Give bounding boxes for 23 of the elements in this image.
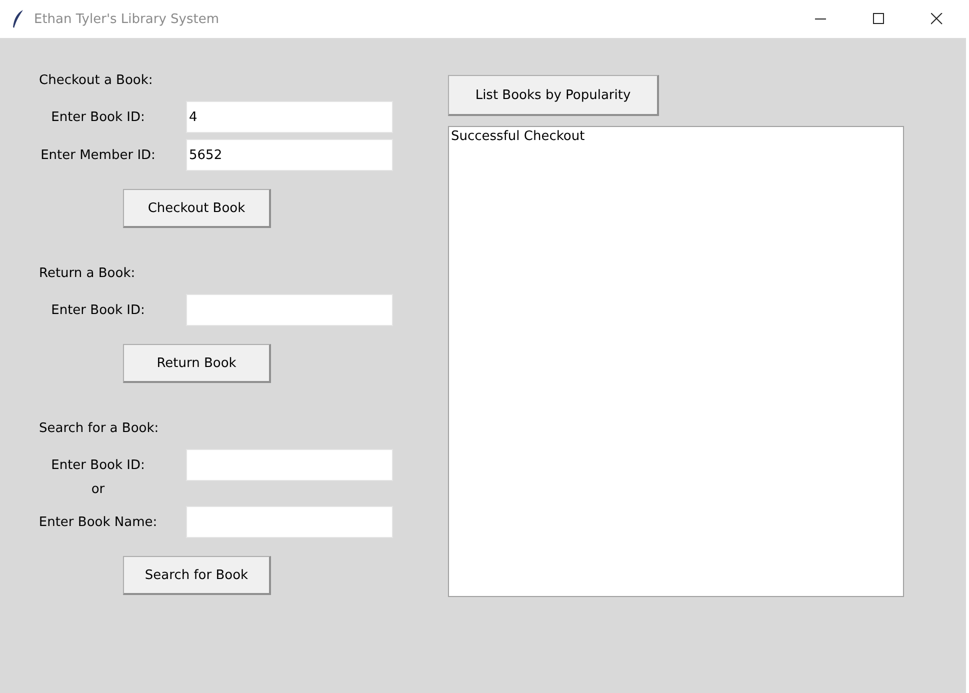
- field-label: Enter Book ID:: [50, 302, 146, 318]
- output-text: Successful Checkout: [451, 129, 585, 144]
- input-field[interactable]: [186, 294, 393, 326]
- input-field[interactable]: 4: [186, 101, 393, 133]
- field-label: Enter Member ID:: [40, 148, 156, 162]
- input-field[interactable]: [186, 449, 393, 481]
- close-icon: [931, 13, 943, 25]
- section-heading: Return a Book:: [39, 265, 136, 283]
- action-button[interactable]: Return Book: [123, 344, 271, 383]
- section-heading: Checkout a Book:: [39, 72, 153, 90]
- or-label: or: [90, 481, 106, 499]
- input-field[interactable]: 5652: [186, 139, 393, 171]
- maximize-icon: [873, 13, 885, 25]
- input-field[interactable]: [186, 506, 393, 538]
- field-label: Enter Book Name:: [38, 514, 158, 530]
- window-title: Ethan Tyler's Library System: [34, 12, 219, 26]
- feather-icon: [12, 10, 24, 28]
- section-heading: Search for a Book:: [39, 420, 159, 438]
- list-books-button[interactable]: List Books by Popularity: [448, 75, 659, 116]
- field-label: Enter Book ID:: [50, 110, 146, 124]
- field-label: Enter Book ID:: [50, 458, 146, 472]
- action-button[interactable]: Checkout Book: [123, 189, 271, 228]
- action-button[interactable]: Search for Book: [123, 556, 271, 595]
